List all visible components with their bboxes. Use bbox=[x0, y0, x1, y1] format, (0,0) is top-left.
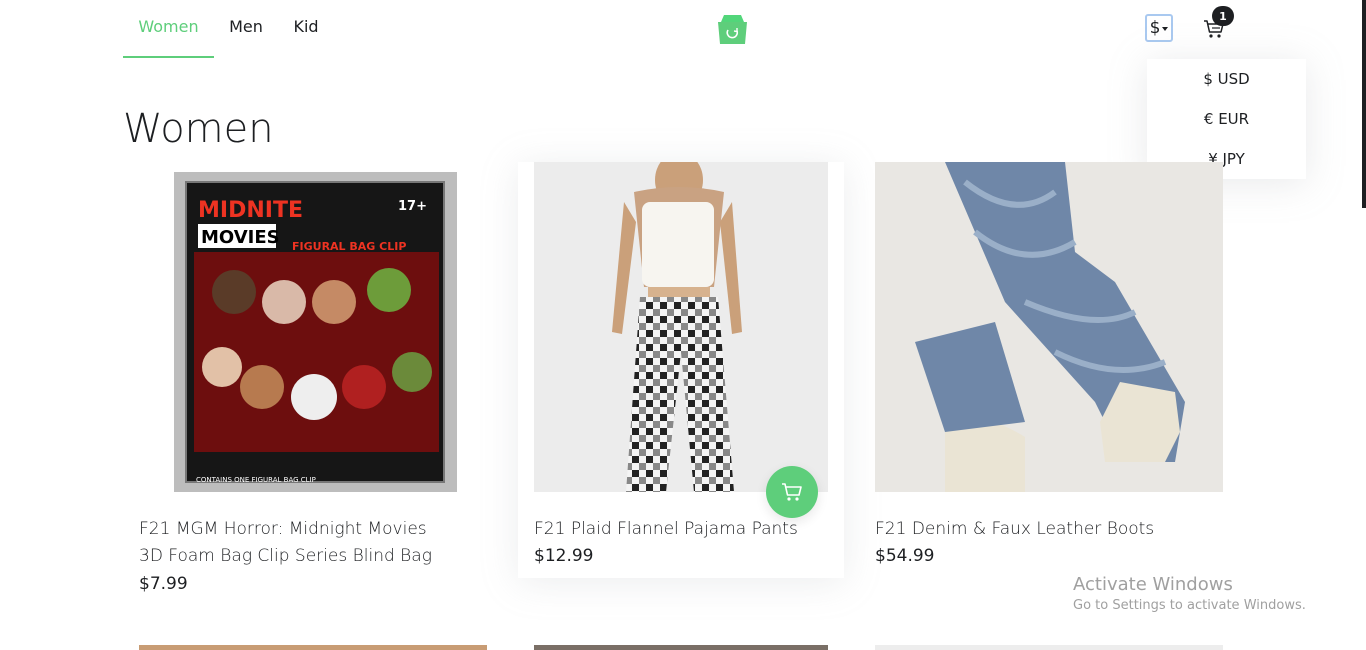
currency-option-eur[interactable]: € EUR bbox=[1147, 99, 1306, 139]
product-title: F21 MGM Horror: Midnight Movies 3D Foam … bbox=[139, 519, 432, 566]
product-card[interactable]: MIDNITE MOVIES 17+ FIGURAL BAG CLIP CONT… bbox=[123, 162, 457, 594]
currency-dropdown: $ USD € EUR ¥ JPY bbox=[1147, 59, 1306, 179]
product-image-peek bbox=[875, 645, 1223, 650]
cart-icon bbox=[782, 483, 802, 501]
currency-option-usd[interactable]: $ USD bbox=[1147, 59, 1306, 99]
pajama-pants-image bbox=[534, 162, 828, 492]
shopping-bag-logo-icon[interactable] bbox=[716, 14, 749, 45]
activate-windows-watermark: Activate Windows Go to Settings to activ… bbox=[1073, 574, 1306, 613]
blind-bag-image: MIDNITE MOVIES 17+ FIGURAL BAG CLIP CONT… bbox=[174, 172, 457, 492]
svg-text:CONTAINS ONE FIGURAL BAG CLIP: CONTAINS ONE FIGURAL BAG CLIP bbox=[196, 476, 316, 484]
page-title: Women bbox=[123, 106, 274, 152]
denim-boots-image bbox=[875, 162, 1223, 492]
watermark-subtitle: Go to Settings to activate Windows. bbox=[1073, 598, 1306, 613]
currency-symbol: $ bbox=[1149, 18, 1161, 38]
svg-text:MOVIES: MOVIES bbox=[201, 227, 280, 248]
product-title: F21 Denim & Faux Leather Boots bbox=[875, 519, 1155, 539]
currency-switcher-button[interactable]: $ bbox=[1145, 14, 1173, 42]
product-price: $7.99 bbox=[139, 574, 188, 594]
watermark-title: Activate Windows bbox=[1073, 574, 1233, 595]
product-title: F21 Plaid Flannel Pajama Pants bbox=[534, 519, 798, 539]
nav-item-men[interactable]: Men bbox=[214, 0, 278, 58]
svg-text:17+: 17+ bbox=[398, 199, 427, 214]
svg-text:FIGURAL BAG CLIP: FIGURAL BAG CLIP bbox=[292, 240, 406, 253]
nav-item-women[interactable]: Women bbox=[123, 0, 214, 58]
product-image-peek bbox=[534, 645, 828, 650]
chevron-down-icon bbox=[1162, 27, 1169, 31]
scrollbar[interactable] bbox=[1362, 0, 1366, 208]
product-price: $12.99 bbox=[534, 546, 594, 566]
product-card[interactable]: F21 Plaid Flannel Pajama Pants $12.99 bbox=[518, 162, 844, 578]
product-image-peek bbox=[139, 645, 487, 650]
nav-item-kid[interactable]: Kid bbox=[278, 0, 334, 58]
svg-text:MIDNITE: MIDNITE bbox=[198, 198, 303, 223]
add-to-cart-button[interactable] bbox=[766, 466, 818, 518]
cart-count-badge: 1 bbox=[1212, 6, 1234, 26]
product-price: $54.99 bbox=[875, 546, 935, 566]
product-card[interactable]: F21 Denim & Faux Leather Boots $54.99 bbox=[859, 162, 1223, 578]
category-nav: Women Men Kid bbox=[123, 0, 334, 58]
